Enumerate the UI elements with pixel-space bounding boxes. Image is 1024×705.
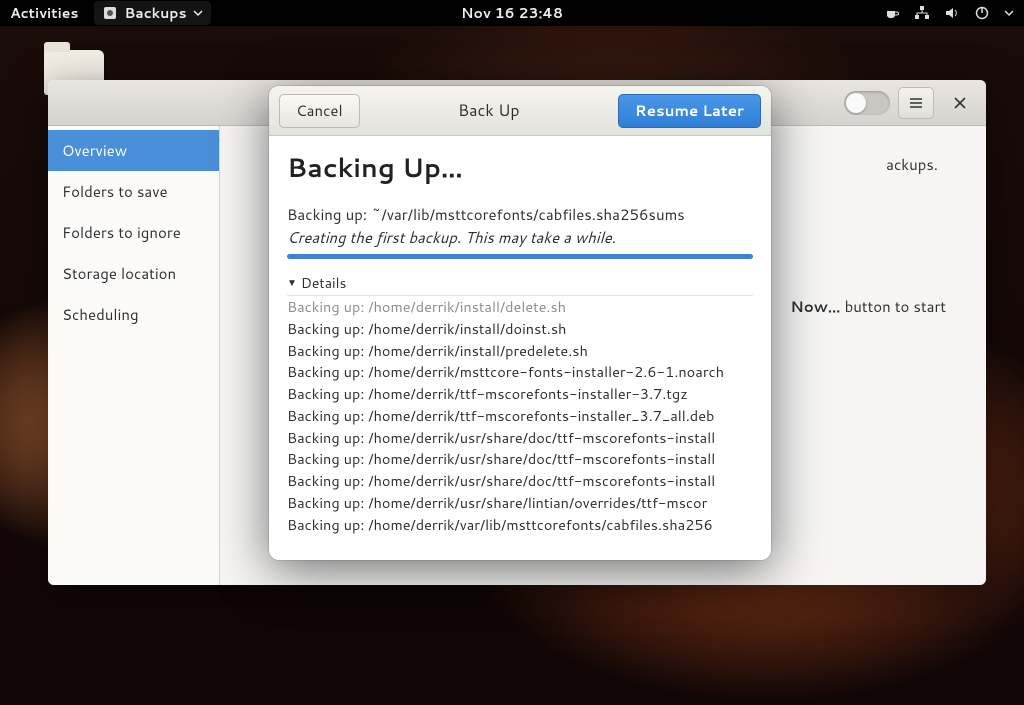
gnome-top-panel: Activities Backups Nov 16 23:48 <box>0 0 1024 26</box>
content-text-fragment: Now… button to start <box>790 296 946 317</box>
details-log[interactable]: Backing up: /home/derrik/install/delete.… <box>287 295 753 550</box>
dialog-heading: Backing Up… <box>287 150 753 186</box>
log-line: Backing up: /home/derrik/usr/share/doc/t… <box>287 448 753 470</box>
status-area[interactable] <box>884 5 1014 21</box>
log-line: Backing up: /home/derrik/install/delete.… <box>287 296 753 318</box>
chevron-down-icon <box>1004 8 1014 18</box>
volume-icon <box>944 5 960 21</box>
sidebar: OverviewFolders to saveFolders to ignore… <box>48 126 220 585</box>
sidebar-item-folders-to-save[interactable]: Folders to save <box>48 171 219 212</box>
caffeine-icon <box>884 5 900 21</box>
resume-later-button[interactable]: Resume Later <box>618 94 761 128</box>
close-icon <box>953 96 967 110</box>
dialog-header: Cancel Back Up Resume Later <box>269 86 771 136</box>
panel-clock[interactable]: Nov 16 23:48 <box>461 3 563 23</box>
sidebar-item-overview[interactable]: Overview <box>48 130 219 171</box>
log-line: Backing up: /home/derrik/ttf-mscorefonts… <box>287 405 753 427</box>
content-text-fragment: ackups. <box>886 154 938 175</box>
safe-icon <box>102 5 118 21</box>
log-line: Backing up: /home/derrik/msttcore-fonts-… <box>287 361 753 383</box>
log-line: Backing up: /home/derrik/install/doinst.… <box>287 318 753 340</box>
current-file-label: Backing up: ~/var/lib/msttcorefonts/cabf… <box>287 204 753 225</box>
log-line: Backing up: /home/derrik/var/lib/msttcor… <box>287 514 753 536</box>
log-line: Backing up: /home/derrik/usr/share/doc/t… <box>287 470 753 492</box>
power-icon <box>974 5 990 21</box>
auto-backup-toggle[interactable] <box>844 91 890 115</box>
hamburger-menu-button[interactable] <box>898 87 934 119</box>
backup-progress-dialog: Cancel Back Up Resume Later Backing Up… … <box>269 86 771 560</box>
app-menu[interactable]: Backups <box>94 1 210 25</box>
details-expander[interactable]: ▼ Details <box>287 273 753 293</box>
sidebar-item-scheduling[interactable]: Scheduling <box>48 294 219 335</box>
hamburger-icon <box>908 95 924 111</box>
dialog-title: Back Up <box>458 99 520 122</box>
progress-bar <box>287 254 753 259</box>
log-line: Backing up: /home/derrik/ttf-mscorefonts… <box>287 383 753 405</box>
log-line: Backing up: /home/derrik/usr/share/doc/t… <box>287 427 753 449</box>
cancel-button[interactable]: Cancel <box>279 94 360 128</box>
log-line: Backing up: /home/derrik/install/predele… <box>287 340 753 362</box>
app-menu-label: Backups <box>124 3 186 23</box>
network-icon <box>914 5 930 21</box>
activities-button[interactable]: Activities <box>10 3 78 23</box>
sidebar-item-storage-location[interactable]: Storage location <box>48 253 219 294</box>
sidebar-item-folders-to-ignore[interactable]: Folders to ignore <box>48 212 219 253</box>
status-message: Creating the first backup. This may take… <box>287 227 753 248</box>
details-label: Details <box>301 273 347 293</box>
triangle-down-icon: ▼ <box>287 276 297 290</box>
chevron-down-icon <box>193 8 203 18</box>
progress-fill <box>287 254 753 259</box>
close-button[interactable] <box>942 87 978 119</box>
log-line: Backing up: /home/derrik/usr/share/linti… <box>287 492 753 514</box>
